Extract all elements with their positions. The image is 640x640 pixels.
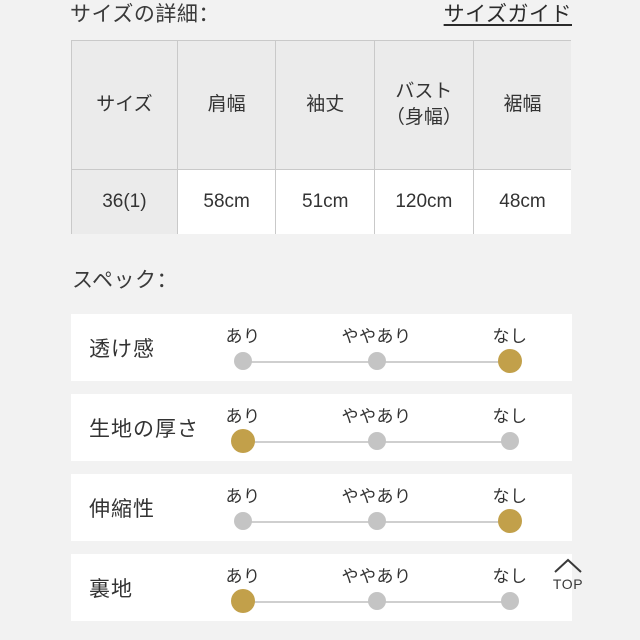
scale-stop[interactable]	[367, 592, 386, 610]
table-header-cell: 袖丈	[275, 40, 376, 170]
scale-option-label: あり	[225, 327, 261, 346]
size-details-title: サイズの詳細：	[70, 3, 220, 26]
size-table: サイズ 肩幅 袖丈 バスト（身幅） 裾幅 36(1) 58cm 51cm 120…	[71, 40, 571, 234]
spec-row-stretch: 伸縮性 あり ややあり なし	[71, 474, 572, 541]
table-header-cell: サイズ	[71, 40, 178, 170]
scale-stop[interactable]	[501, 432, 519, 450]
table-cell: 58cm	[176, 169, 277, 234]
scale-stop[interactable]	[367, 512, 386, 530]
scale-stop[interactable]	[234, 512, 252, 530]
scale-stop[interactable]	[501, 592, 519, 610]
spec-scale[interactable]: あり ややあり なし	[226, 394, 527, 461]
scale-option-label: ややあり	[341, 407, 412, 426]
spec-label: 生地の厚さ	[89, 417, 199, 441]
scale-stop[interactable]	[367, 352, 386, 370]
size-guide-link[interactable]: サイズガイド	[444, 0, 572, 28]
spec-label: 透け感	[89, 337, 155, 361]
back-to-top-label: TOP	[552, 576, 584, 592]
size-table-scroll-container[interactable]: サイズ 肩幅 袖丈 バスト（身幅） 裾幅 36(1) 58cm 51cm 120…	[71, 40, 571, 234]
scale-option-label: あり	[225, 567, 261, 586]
spec-scale[interactable]: あり ややあり なし	[226, 474, 527, 541]
chevron-up-icon	[553, 558, 583, 574]
table-cell: 48cm	[472, 169, 571, 234]
scale-option-label: ややあり	[341, 327, 412, 346]
product-detail-page: サイズの詳細： サイズガイド サイズ 肩幅 袖丈 バスト（身幅） 裾幅 36(1…	[0, 0, 640, 640]
table-row: 36(1) 58cm 51cm 120cm 48cm	[71, 169, 571, 234]
spec-scale[interactable]: あり ややあり なし	[226, 314, 527, 381]
scale-stop[interactable]	[367, 432, 386, 450]
scale-stop-selected[interactable]	[498, 349, 522, 373]
scale-option-label: なし	[492, 407, 528, 426]
scale-option-label: ややあり	[341, 567, 412, 586]
spec-row-lining: 裏地 あり ややあり なし	[71, 554, 572, 621]
scale-option-label: あり	[225, 407, 261, 426]
scale-option-label: なし	[492, 327, 528, 346]
table-header-cell: 肩幅	[176, 40, 277, 170]
table-header-cell: バスト（身幅）	[374, 40, 474, 170]
scale-stop-selected[interactable]	[498, 509, 522, 533]
scale-stop[interactable]	[234, 352, 252, 370]
table-header-cell: 裾幅	[472, 40, 571, 170]
scale-option-label: あり	[225, 487, 261, 506]
spec-list: 透け感 あり ややあり なし 生地の厚さ あり ややあり なし 伸縮性 あり や…	[71, 314, 572, 634]
scale-option-label: なし	[492, 487, 528, 506]
spec-section-title: スペック：	[72, 269, 179, 292]
table-cell: 51cm	[275, 169, 376, 234]
scale-stop-selected[interactable]	[231, 589, 255, 613]
table-header-row: サイズ 肩幅 袖丈 バスト（身幅） 裾幅	[71, 40, 571, 170]
back-to-top-button[interactable]: TOP	[540, 558, 596, 594]
spec-label: 伸縮性	[89, 497, 155, 521]
scale-stop-selected[interactable]	[231, 429, 255, 453]
spec-row-fabric-thickness: 生地の厚さ あり ややあり なし	[71, 394, 572, 461]
scale-option-label: なし	[492, 567, 528, 586]
spec-row-sheerness: 透け感 あり ややあり なし	[71, 314, 572, 381]
spec-label: 裏地	[89, 577, 133, 601]
scale-option-label: ややあり	[341, 487, 412, 506]
table-cell-size: 36(1)	[71, 169, 178, 234]
table-cell: 120cm	[374, 169, 474, 234]
size-details-header: サイズの詳細： サイズガイド	[70, 0, 572, 30]
spec-scale[interactable]: あり ややあり なし	[226, 554, 527, 621]
